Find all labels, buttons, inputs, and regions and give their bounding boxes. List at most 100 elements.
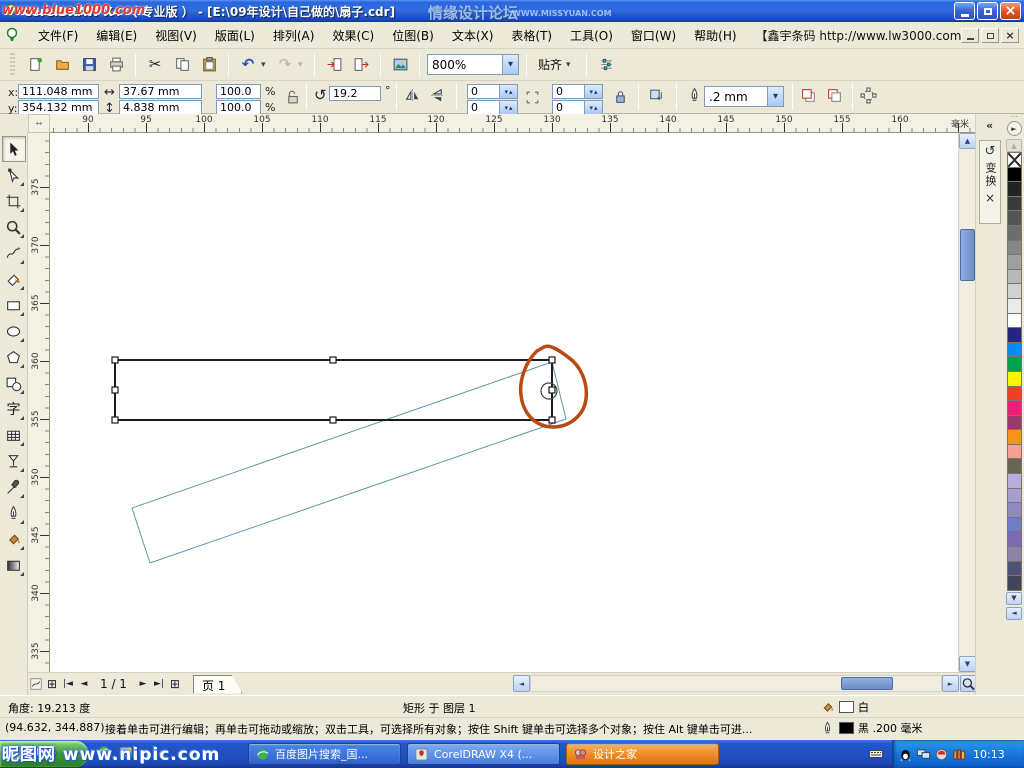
clock[interactable]: 10:13 (973, 748, 1005, 761)
add-page-button-2[interactable]: ⊞ (167, 676, 183, 692)
export-button[interactable] (349, 53, 373, 77)
mdi-close-button[interactable]: × (1001, 28, 1019, 43)
palette-swatch[interactable] (1007, 531, 1022, 547)
rectangle-tool[interactable] (2, 292, 26, 318)
app-tray-icon[interactable] (952, 747, 967, 762)
menu-item-编辑(E)[interactable]: 编辑(E) (87, 23, 146, 48)
to-front-button[interactable] (800, 87, 817, 104)
rotation-angle-field[interactable]: 19.2 (329, 86, 381, 101)
eyedropper-tool[interactable] (2, 474, 26, 500)
palette-swatch[interactable] (1007, 458, 1022, 474)
undo-dropdown-icon[interactable]: ▾ (261, 60, 270, 70)
redo-button[interactable]: ↷ (273, 53, 297, 77)
palette-swatch[interactable] (1007, 342, 1022, 358)
convert-to-curves-button[interactable] (860, 87, 877, 104)
corner-radius-tr-spinner[interactable]: 0 ▾▴ (552, 84, 603, 99)
print-button[interactable] (104, 53, 128, 77)
interactive-fill-tool[interactable] (2, 552, 26, 578)
menu-item-效果(C)[interactable]: 效果(C) (323, 23, 383, 48)
scroll-right-button[interactable]: ► (942, 675, 959, 692)
y-position-field[interactable]: 354.132 mm (18, 100, 99, 115)
next-page-button[interactable]: ► (135, 676, 151, 692)
freehand-tool[interactable] (2, 240, 26, 266)
palette-swatch[interactable] (1007, 386, 1022, 402)
palette-swatch[interactable] (1007, 167, 1022, 183)
menu-item-表格(T)[interactable]: 表格(T) (502, 23, 561, 48)
qq-tray-icon[interactable] (898, 747, 913, 762)
palette-swatch[interactable] (1007, 473, 1022, 489)
network-tray-icon[interactable] (916, 747, 931, 762)
paste-button[interactable] (197, 53, 221, 77)
scroll-left-button[interactable]: ◄ (513, 675, 530, 692)
mirror-horizontal-button[interactable] (404, 87, 421, 104)
scale-x-field[interactable]: 100.0 (216, 84, 261, 99)
menu-item-工具(O)[interactable]: 工具(O) (561, 23, 622, 48)
palette-swatch[interactable] (1007, 575, 1022, 591)
ruler-origin-button[interactable]: ↔ (28, 114, 50, 133)
application-launcher-button[interactable] (388, 53, 412, 77)
menu-item-排列(A)[interactable]: 排列(A) (264, 23, 324, 48)
basic-shapes-tool[interactable] (2, 370, 26, 396)
taskbar-button[interactable]: 百度图片搜索_国... (248, 743, 401, 765)
palette-swatch[interactable] (1007, 561, 1022, 577)
cut-button[interactable]: ✂ (143, 53, 167, 77)
palette-swatch[interactable] (1007, 415, 1022, 431)
vertical-scroll-thumb[interactable] (960, 229, 975, 281)
x-position-field[interactable]: 111.048 mm (18, 84, 99, 99)
object-width-field[interactable]: 37.67 mm (119, 84, 202, 99)
horizontal-scroll-thumb[interactable] (841, 677, 893, 690)
previous-page-button[interactable]: ◄ (76, 676, 92, 692)
scale-lock-button[interactable] (284, 88, 301, 105)
palette-swatch[interactable] (1007, 283, 1022, 299)
input-method-icon[interactable] (868, 746, 884, 762)
menu-item-窗口(W)[interactable]: 窗口(W) (622, 23, 685, 48)
palette-swatch[interactable] (1007, 240, 1022, 256)
toolbar-grip[interactable] (10, 53, 15, 77)
menu-item-文件(F)[interactable]: 文件(F) (29, 23, 87, 48)
corner-lock-button[interactable] (612, 88, 629, 105)
mdi-restore-button[interactable] (981, 28, 999, 43)
ellipse-tool[interactable] (2, 318, 26, 344)
taskbar-button[interactable]: CorelDRAW X4 (... (407, 743, 560, 765)
zoom-level-combo[interactable]: 800% ▾ (427, 54, 519, 75)
palette-swatch[interactable] (1007, 429, 1022, 445)
palette-scroll-down-button[interactable]: ▼ (1006, 592, 1022, 605)
palette-grip[interactable]: ⋯ (1010, 114, 1018, 121)
text-tool[interactable]: 字 (2, 396, 26, 422)
page-tab[interactable]: 页 1 (193, 675, 242, 694)
palette-no-color[interactable] (1007, 152, 1022, 168)
palette-swatch[interactable] (1007, 313, 1022, 329)
docker-tab-transform[interactable]: ↺ 变换 × (979, 140, 1001, 224)
close-button[interactable]: × (1000, 2, 1021, 20)
minimize-button[interactable] (954, 2, 975, 20)
save-button[interactable] (77, 53, 101, 77)
import-button[interactable] (322, 53, 346, 77)
palette-swatch[interactable] (1007, 546, 1022, 562)
palette-swatch[interactable] (1007, 327, 1022, 343)
taskbar-button[interactable]: 设计之家 (566, 743, 719, 765)
palette-swatch[interactable] (1007, 298, 1022, 314)
pick-tool[interactable] (2, 136, 26, 162)
object-height-field[interactable]: 4.838 mm (119, 100, 202, 115)
polygon-tool[interactable] (2, 344, 26, 370)
blend-tool[interactable] (2, 448, 26, 474)
zoom-dropdown-icon[interactable]: ▾ (502, 55, 518, 74)
outline-pen-tool[interactable] (2, 500, 26, 526)
menu-item-版面(L)[interactable]: 版面(L) (206, 23, 264, 48)
palette-swatch[interactable] (1007, 269, 1022, 285)
scroll-down-button[interactable]: ▼ (959, 656, 976, 672)
palette-expand-button[interactable]: ◄ (1006, 607, 1022, 620)
corner-radius-br-spinner[interactable]: 0 ▾▴ (552, 100, 603, 115)
scale-y-field[interactable]: 100.0 (216, 100, 261, 115)
snap-to-dropdown[interactable]: 贴齐 ▾ (534, 54, 579, 75)
undo-button[interactable]: ↶ (236, 53, 260, 77)
mirror-vertical-button[interactable] (429, 87, 446, 104)
fill-tool[interactable] (2, 526, 26, 552)
palette-swatch[interactable] (1007, 225, 1022, 241)
zoom-tool[interactable] (2, 214, 26, 240)
palette-swatch[interactable] (1007, 488, 1022, 504)
palette-swatch[interactable] (1007, 371, 1022, 387)
outline-width-dropdown-icon[interactable]: ▾ (767, 87, 783, 106)
horizontal-scrollbar[interactable]: ◄ ► (513, 675, 975, 692)
shape-tool[interactable] (2, 162, 26, 188)
